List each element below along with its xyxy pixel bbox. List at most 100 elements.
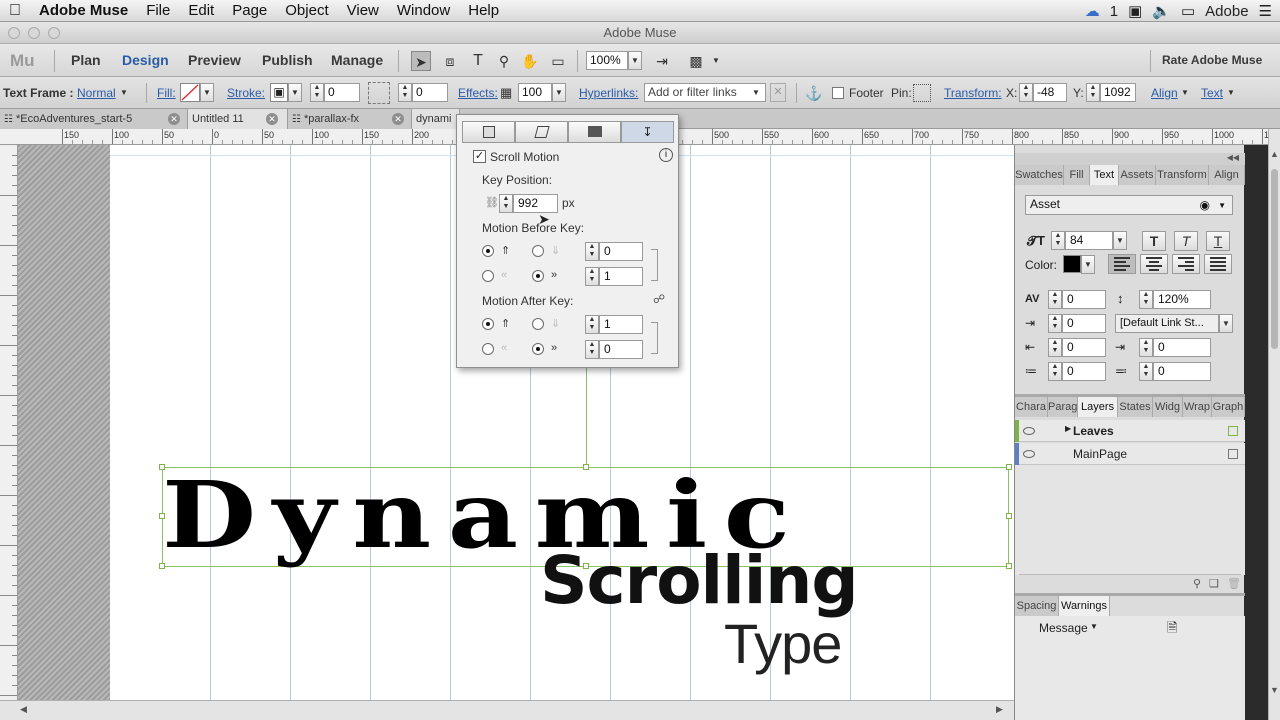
y-stepper[interactable]: ▲ ▼	[1086, 83, 1100, 102]
left-indent-field[interactable]: 0	[1062, 338, 1106, 357]
tab-assets[interactable]: Assets	[1119, 165, 1156, 185]
tab-spacing[interactable]: Spacing	[1015, 596, 1059, 616]
footer-checkbox[interactable]	[832, 87, 844, 99]
selection-tool-icon[interactable]: ➤	[411, 51, 431, 71]
tab-transform[interactable]: Transform	[1156, 165, 1209, 185]
tab-widgets[interactable]: Widg	[1153, 397, 1183, 417]
tab-ecoadventures[interactable]: ☷ *EcoAdventures_start-5 ✕	[0, 109, 188, 129]
tab-wrap[interactable]: Wrap	[1183, 397, 1212, 417]
after-horizontal-field[interactable]: 0	[599, 340, 643, 359]
space-after-field[interactable]: 0	[1153, 362, 1211, 381]
camera-icon[interactable]: ▣	[1128, 2, 1142, 20]
link-style-select[interactable]: [Default Link St...	[1115, 314, 1219, 333]
chevron-down-icon[interactable]: ▼	[1090, 622, 1098, 631]
tab-untitled[interactable]: Untitled 11 ✕	[188, 109, 288, 129]
opacity-field[interactable]: 100	[518, 83, 552, 102]
stroke-swatch[interactable]: ▣	[270, 83, 288, 102]
tab-text[interactable]: Text	[1090, 165, 1119, 185]
right-indent-field[interactable]: 0	[1153, 338, 1211, 357]
volume-icon[interactable]: 🔈	[1152, 2, 1171, 20]
display-options-icon[interactable]: ▩	[686, 51, 706, 71]
scroll-left-icon[interactable]: ◀	[20, 704, 27, 715]
crop-tool-icon[interactable]: ⧈	[440, 51, 460, 71]
stroke-dropdown[interactable]: ▼	[288, 83, 302, 102]
close-window-button[interactable]	[8, 27, 20, 39]
vertical-scrollbar[interactable]: ▲ ▼	[1268, 129, 1280, 720]
font-size-dropdown[interactable]: ▼	[1113, 231, 1127, 250]
tagline-text[interactable]: Type	[724, 613, 842, 675]
tracking-field[interactable]: 0	[1062, 290, 1106, 309]
chevron-down-icon[interactable]: ▼	[1227, 77, 1235, 109]
subheading-text[interactable]: Scrolling	[540, 543, 859, 619]
minimize-window-button[interactable]	[28, 27, 40, 39]
after-up-radio[interactable]	[482, 318, 494, 330]
fill-effect-tab[interactable]	[462, 121, 515, 143]
leading-stepper[interactable]: ▲ ▼	[1139, 290, 1153, 309]
before-left-radio[interactable]	[482, 270, 494, 282]
fill-swatch[interactable]	[180, 83, 200, 102]
layer-row-mainpage[interactable]: MainPage	[1015, 443, 1245, 465]
scroll-up-icon[interactable]: ▲	[1270, 149, 1279, 159]
right-indent-stepper[interactable]: ▲ ▼	[1139, 338, 1153, 357]
effects-icon[interactable]: ▦	[500, 77, 512, 109]
opacity-dropdown[interactable]: ▼	[552, 83, 566, 102]
font-size-field[interactable]: 84	[1065, 231, 1113, 250]
corner-radius-icon[interactable]	[368, 82, 390, 104]
menu-edit[interactable]: Edit	[179, 2, 223, 19]
visibility-eye-icon[interactable]	[1023, 427, 1035, 435]
align-right-button[interactable]	[1172, 254, 1200, 274]
tab-character-styles[interactable]: Chara	[1015, 397, 1048, 417]
close-icon[interactable]: ✕	[168, 113, 180, 125]
chevron-down-icon[interactable]: ▼	[120, 77, 128, 109]
expand-triangle-icon[interactable]: ▶	[1065, 424, 1071, 433]
collapse-panel-icon[interactable]: ◀◀	[1015, 153, 1245, 165]
layer-name[interactable]: MainPage	[1073, 447, 1127, 461]
layer-select-indicator[interactable]	[1228, 426, 1238, 436]
list-menu-icon[interactable]: ☰	[1259, 2, 1272, 20]
hyperlinks-input[interactable]: Add or filter links	[644, 83, 766, 102]
mode-design[interactable]: Design	[122, 44, 169, 77]
creative-cloud-icon[interactable]: ☁	[1085, 2, 1100, 20]
after-right-radio[interactable]	[532, 343, 544, 355]
transform-label[interactable]: Transform:	[944, 77, 1002, 109]
zoom-window-button[interactable]	[48, 27, 60, 39]
zoom-level-field[interactable]: 100%	[586, 51, 628, 70]
layer-row-leaves[interactable]: ▶ Leaves	[1015, 420, 1245, 442]
corner-radius-field[interactable]: 0	[412, 83, 448, 102]
tab-parallax-fx[interactable]: ☷ *parallax-fx ✕	[288, 109, 412, 129]
space-before-stepper[interactable]: ▲ ▼	[1048, 362, 1062, 381]
new-layer-icon[interactable]: ❏	[1209, 577, 1219, 590]
close-icon[interactable]: ✕	[266, 113, 278, 125]
fill-label[interactable]: Fill:	[157, 77, 176, 109]
rate-adobe-muse-link[interactable]: Rate Adobe Muse	[1162, 44, 1262, 77]
left-indent-stepper[interactable]: ▲ ▼	[1048, 338, 1062, 357]
after-horizontal-stepper[interactable]: ▲ ▼	[585, 340, 599, 359]
layer-select-indicator[interactable]	[1228, 449, 1238, 459]
leading-field[interactable]: 120%	[1153, 290, 1211, 309]
message-column-header[interactable]: Message	[1039, 621, 1088, 635]
tab-fill[interactable]: Fill	[1064, 165, 1090, 185]
vertical-ruler[interactable]	[0, 145, 18, 700]
user-label[interactable]: Adobe	[1205, 3, 1248, 20]
link-style-dropdown[interactable]: ▼	[1219, 314, 1233, 333]
menu-object[interactable]: Object	[276, 2, 337, 19]
before-down-radio[interactable]	[532, 245, 544, 257]
mode-preview[interactable]: Preview	[188, 44, 241, 77]
menu-page[interactable]: Page	[223, 2, 276, 19]
first-line-indent-field[interactable]: 0	[1062, 314, 1106, 333]
corner-stepper[interactable]: ▲ ▼	[398, 83, 412, 102]
chevron-down-icon[interactable]: ▼	[706, 51, 726, 71]
tab-align[interactable]: Align	[1209, 165, 1245, 185]
tab-warnings[interactable]: Warnings	[1059, 596, 1110, 616]
y-position-field[interactable]: 1092	[1100, 83, 1136, 102]
rectangle-tool-icon[interactable]: ▭	[548, 51, 568, 71]
font-size-stepper[interactable]: ▲ ▼	[1051, 231, 1065, 250]
x-position-field[interactable]: -48	[1033, 83, 1067, 102]
tab-graphic-styles[interactable]: Graph	[1212, 397, 1245, 417]
stroke-label[interactable]: Stroke:	[227, 77, 265, 109]
motion-effect-tab[interactable]: ↧	[621, 121, 674, 143]
menu-file[interactable]: File	[137, 2, 179, 19]
tab-dynamic[interactable]: dynami	[412, 109, 460, 129]
display-icon[interactable]: ▭	[1181, 2, 1195, 20]
italic-button[interactable]: T	[1174, 231, 1198, 251]
